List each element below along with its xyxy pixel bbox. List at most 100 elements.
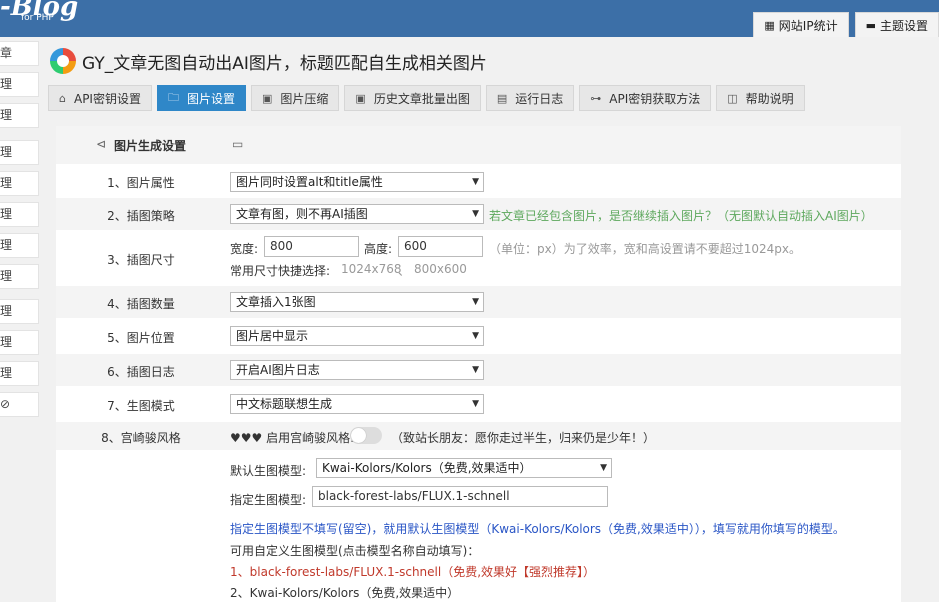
window-icon: ▬ [865, 18, 876, 32]
sidebar-item[interactable]: 理 [0, 140, 39, 165]
quick-size-separator: 、 [398, 264, 411, 278]
setting-row-log: 6、插图日志 开启AI图片日志 ▼ [56, 354, 901, 386]
model-option-flux[interactable]: 1、black-forest-labs/FLUX.1-schnell（免费,效果… [230, 563, 595, 580]
select-value: 文章插入1张图 [236, 295, 316, 309]
custom-model-label: 指定生图模型: [230, 493, 307, 507]
custom-model-input[interactable]: black-forest-labs/FLUX.1-schnell [312, 486, 608, 507]
chevron-down-icon: ▼ [472, 399, 479, 409]
image-icon: ▣ [262, 91, 273, 105]
tab-label: 图片压缩 [280, 91, 329, 106]
chevron-down-icon: ▼ [600, 463, 607, 473]
sidebar-item[interactable]: 理 [0, 171, 39, 196]
setting-row-alt: 1、图片属性 图片同时设置alt和title属性 ▼ [56, 166, 901, 196]
tab-help[interactable]: ◫ 帮助说明 [716, 85, 805, 111]
tab-label: 运行日志 [515, 91, 564, 106]
width-input[interactable]: 800 [264, 236, 359, 257]
image-position-select[interactable]: 图片居中显示 ▼ [230, 326, 484, 346]
strategy-hint: 若文章已经包含图片，是否继续插入图片？（无图默认自动插入AI图片） [489, 209, 873, 223]
height-label: 高度: [364, 242, 393, 256]
sidebar-item[interactable]: 理 [0, 202, 39, 227]
alt-attribute-select[interactable]: 图片同时设置alt和title属性 ▼ [230, 172, 484, 192]
admin-sidebar: 章 理 理 理 理 理 理 理 理 理 理 ⊘ [0, 37, 40, 602]
log-icon: ▤ [496, 91, 508, 105]
page-title: GY_文章无图自动出AI图片，标题匹配自生成相关图片 [82, 53, 487, 74]
generation-mode-select[interactable]: 中文标题联想生成 ▼ [230, 394, 484, 414]
tab-label: 历史文章批量出图 [373, 91, 470, 106]
setting-row-count: 4、插图数量 文章插入1张图 ▼ [56, 286, 901, 318]
sidebar-item[interactable]: ⊘ [0, 392, 39, 417]
top-tab-ip-stats[interactable]: ▦ 网站IP统计 [753, 12, 849, 37]
select-value: 中文标题联想生成 [236, 397, 333, 411]
chevron-down-icon: ▼ [472, 365, 479, 375]
toggle-knob [351, 428, 366, 443]
sidebar-item[interactable]: 理 [0, 330, 39, 355]
sidebar-item[interactable]: 理 [0, 264, 39, 289]
top-tab-label: 网站IP统计 [778, 18, 838, 33]
top-tab-label: 主题设置 [879, 18, 928, 33]
image-icon: ▣ [355, 91, 366, 105]
model-note: 指定生图模型不填写(留空)，就用默认生图模型（Kwai-Kolors/Kolor… [230, 522, 845, 536]
setting-row-model: 默认生图模型: Kwai-Kolors/Kolors（免费,效果适中） ▼ 指定… [56, 452, 901, 602]
sidebar-item[interactable]: 理 [0, 103, 39, 128]
select-value: 文章有图，则不再AI插图 [236, 207, 368, 221]
ghibli-hint: （致站长朋友：愿你走过半生，归来仍是少年！） [391, 431, 656, 445]
plugin-logo-icon [50, 48, 76, 74]
tab-label: API密钥设置 [73, 91, 141, 106]
ghibli-toggle-label: ♥♥♥ 启用宫崎骏风格: [230, 431, 355, 445]
insert-strategy-select[interactable]: 文章有图，则不再AI插图 ▼ [230, 204, 484, 224]
section-title: 图片生成设置 [114, 139, 187, 153]
setting-label: 2、插图策略 [107, 209, 175, 223]
image-count-select[interactable]: 文章插入1张图 ▼ [230, 292, 484, 312]
sidebar-item[interactable]: 理 [0, 299, 39, 324]
home-icon: ⌂ [59, 91, 66, 105]
select-value: 图片同时设置alt和title属性 [236, 175, 383, 189]
setting-row-size: 3、插图尺寸 宽度: 800 高度: 600 （单位：px）为了效率，宽和高设置… [56, 232, 901, 284]
setting-label: 6、插图日志 [107, 365, 175, 379]
tab-api-key-howto[interactable]: ⊶ API密钥获取方法 [579, 85, 712, 111]
model-option-kolors[interactable]: 2、Kwai-Kolors/Kolors（免费,效果适中） [230, 584, 459, 601]
plugin-header: GY_文章无图自动出AI图片，标题匹配自生成相关图片 [50, 48, 487, 74]
chevron-down-icon: ▼ [472, 177, 479, 187]
size-hint: （单位：px）为了效率，宽和高设置请不要超过1024px。 [489, 242, 801, 256]
tab-history-batch[interactable]: ▣ 历史文章批量出图 [344, 85, 481, 111]
settings-tabs: ⌂ API密钥设置 🗀 图片设置 ▣ 图片压缩 ▣ 历史文章批量出图 ▤ 运行日… [48, 85, 810, 111]
quick-size-label: 常用尺寸快捷选择: [230, 264, 331, 278]
setting-label: 5、图片位置 [107, 331, 175, 345]
height-input[interactable]: 600 [398, 236, 483, 257]
select-value: Kwai-Kolors/Kolors（免费,效果适中） [322, 461, 532, 475]
setting-row-mode: 7、生图模式 中文标题联想生成 ▼ [56, 388, 901, 420]
chevron-down-icon: ▼ [472, 331, 479, 341]
quick-size-1024x768[interactable]: 1024x768 [341, 262, 402, 276]
setting-row-position: 5、图片位置 图片居中显示 ▼ [56, 320, 901, 352]
site-logo-sub: for PHP [21, 13, 54, 23]
help-icon: ◫ [727, 91, 738, 105]
setting-label: 8、宫崎骏风格 [101, 431, 181, 445]
default-model-label: 默认生图模型: [230, 464, 307, 478]
sidebar-item[interactable]: 理 [0, 361, 39, 386]
ghibli-style-toggle[interactable] [350, 427, 382, 444]
tab-label: API密钥获取方法 [609, 91, 701, 106]
default-model-select[interactable]: Kwai-Kolors/Kolors（免费,效果适中） ▼ [316, 458, 612, 478]
width-label: 宽度: [230, 242, 259, 256]
select-value: 开启AI图片日志 [236, 363, 320, 377]
image-log-select[interactable]: 开启AI图片日志 ▼ [230, 360, 484, 380]
sidebar-item[interactable]: 理 [0, 233, 39, 258]
sidebar-item[interactable]: 理 [0, 72, 39, 97]
setting-label: 1、图片属性 [107, 176, 175, 190]
setting-label: 3、插图尺寸 [107, 253, 175, 267]
chevron-down-icon: ▼ [472, 297, 479, 307]
tab-api-key-settings[interactable]: ⌂ API密钥设置 [48, 85, 152, 111]
setting-row-ghibli: 8、宫崎骏风格 ♥♥♥ 启用宫崎骏风格: （致站长朋友：愿你走过半生，归来仍是少… [56, 422, 901, 450]
tab-image-compress[interactable]: ▣ 图片压缩 [251, 85, 340, 111]
sidebar-item[interactable]: 章 [0, 41, 39, 66]
tab-label: 帮助说明 [745, 91, 794, 106]
tab-run-log[interactable]: ▤ 运行日志 [485, 85, 575, 111]
top-tab-theme-settings[interactable]: ▬ 主题设置 [854, 12, 939, 37]
setting-label: 7、生图模式 [107, 399, 175, 413]
settings-panel: ⊲ 图片生成设置 ▭ 1、图片属性 图片同时设置alt和title属性 ▼ 2、… [56, 126, 901, 602]
tab-image-settings[interactable]: 🗀 图片设置 [156, 85, 246, 111]
share-icon: ⊲ [96, 137, 107, 151]
tab-label: 图片设置 [186, 91, 235, 106]
section-header: ⊲ 图片生成设置 ▭ [56, 126, 901, 164]
quick-size-800x600[interactable]: 800x600 [414, 262, 467, 276]
